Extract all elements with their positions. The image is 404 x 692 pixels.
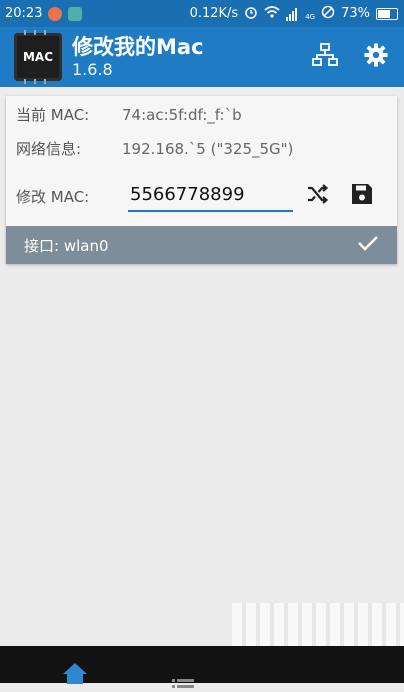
do-not-disturb-icon	[321, 5, 335, 23]
settings-icon[interactable]	[364, 43, 388, 71]
modify-mac-label: 修改 MAC:	[16, 188, 90, 206]
network-info-row: 网络信息: 192.168.`5 ("325_5G")	[16, 138, 293, 159]
mac-input[interactable]	[128, 180, 297, 208]
modify-mac-row: 修改 MAC:	[16, 186, 122, 207]
app-title: 修改我的Mac	[72, 35, 204, 59]
interface-label: 接口: wlan0	[24, 236, 109, 255]
network-speed: 0.12K/s	[189, 6, 239, 21]
app-logo: MAC	[14, 30, 62, 84]
battery-percent: 73%	[341, 6, 370, 21]
alarm-icon	[244, 5, 258, 23]
notification-badge-icon	[48, 6, 63, 21]
interface-bar[interactable]: 接口: wlan0	[6, 226, 397, 264]
current-mac-row: 当前 MAC: 74:ac:5f:df:_f:`b	[16, 104, 242, 125]
app-version: 1.6.8	[72, 60, 113, 79]
mac-info-card: 当前 MAC: 74:ac:5f:df:_f:`b 网络信息: 192.168.…	[6, 96, 397, 264]
mac-input-underline	[128, 180, 297, 212]
battery-icon	[376, 7, 398, 20]
bottom-nav	[0, 646, 404, 688]
status-time: 20:23	[5, 6, 43, 21]
save-icon[interactable]	[349, 181, 375, 207]
check-icon[interactable]	[357, 235, 379, 255]
signal-icon: 4G	[286, 7, 315, 21]
network-info-label: 网络信息:	[16, 140, 82, 158]
app-logo-text: MAC	[22, 50, 54, 64]
shuffle-icon[interactable]	[304, 181, 330, 207]
network-icon[interactable]	[312, 43, 338, 71]
status-bar: 20:23 0.12K/s 4G 73%	[0, 0, 404, 27]
network-info-value: 192.168.`5 ("325_5G")	[122, 139, 294, 158]
battery-fill	[378, 9, 390, 18]
app-bar: MAC 修改我的Mac 1.6.8	[0, 27, 404, 87]
network-type-label: 4G	[305, 12, 316, 21]
home-icon[interactable]	[62, 662, 88, 688]
current-mac-label: 当前 MAC:	[16, 106, 90, 124]
app-icon	[68, 6, 83, 21]
current-mac-value: 74:ac:5f:df:_f:`b	[122, 105, 242, 124]
wifi-icon	[264, 5, 280, 23]
